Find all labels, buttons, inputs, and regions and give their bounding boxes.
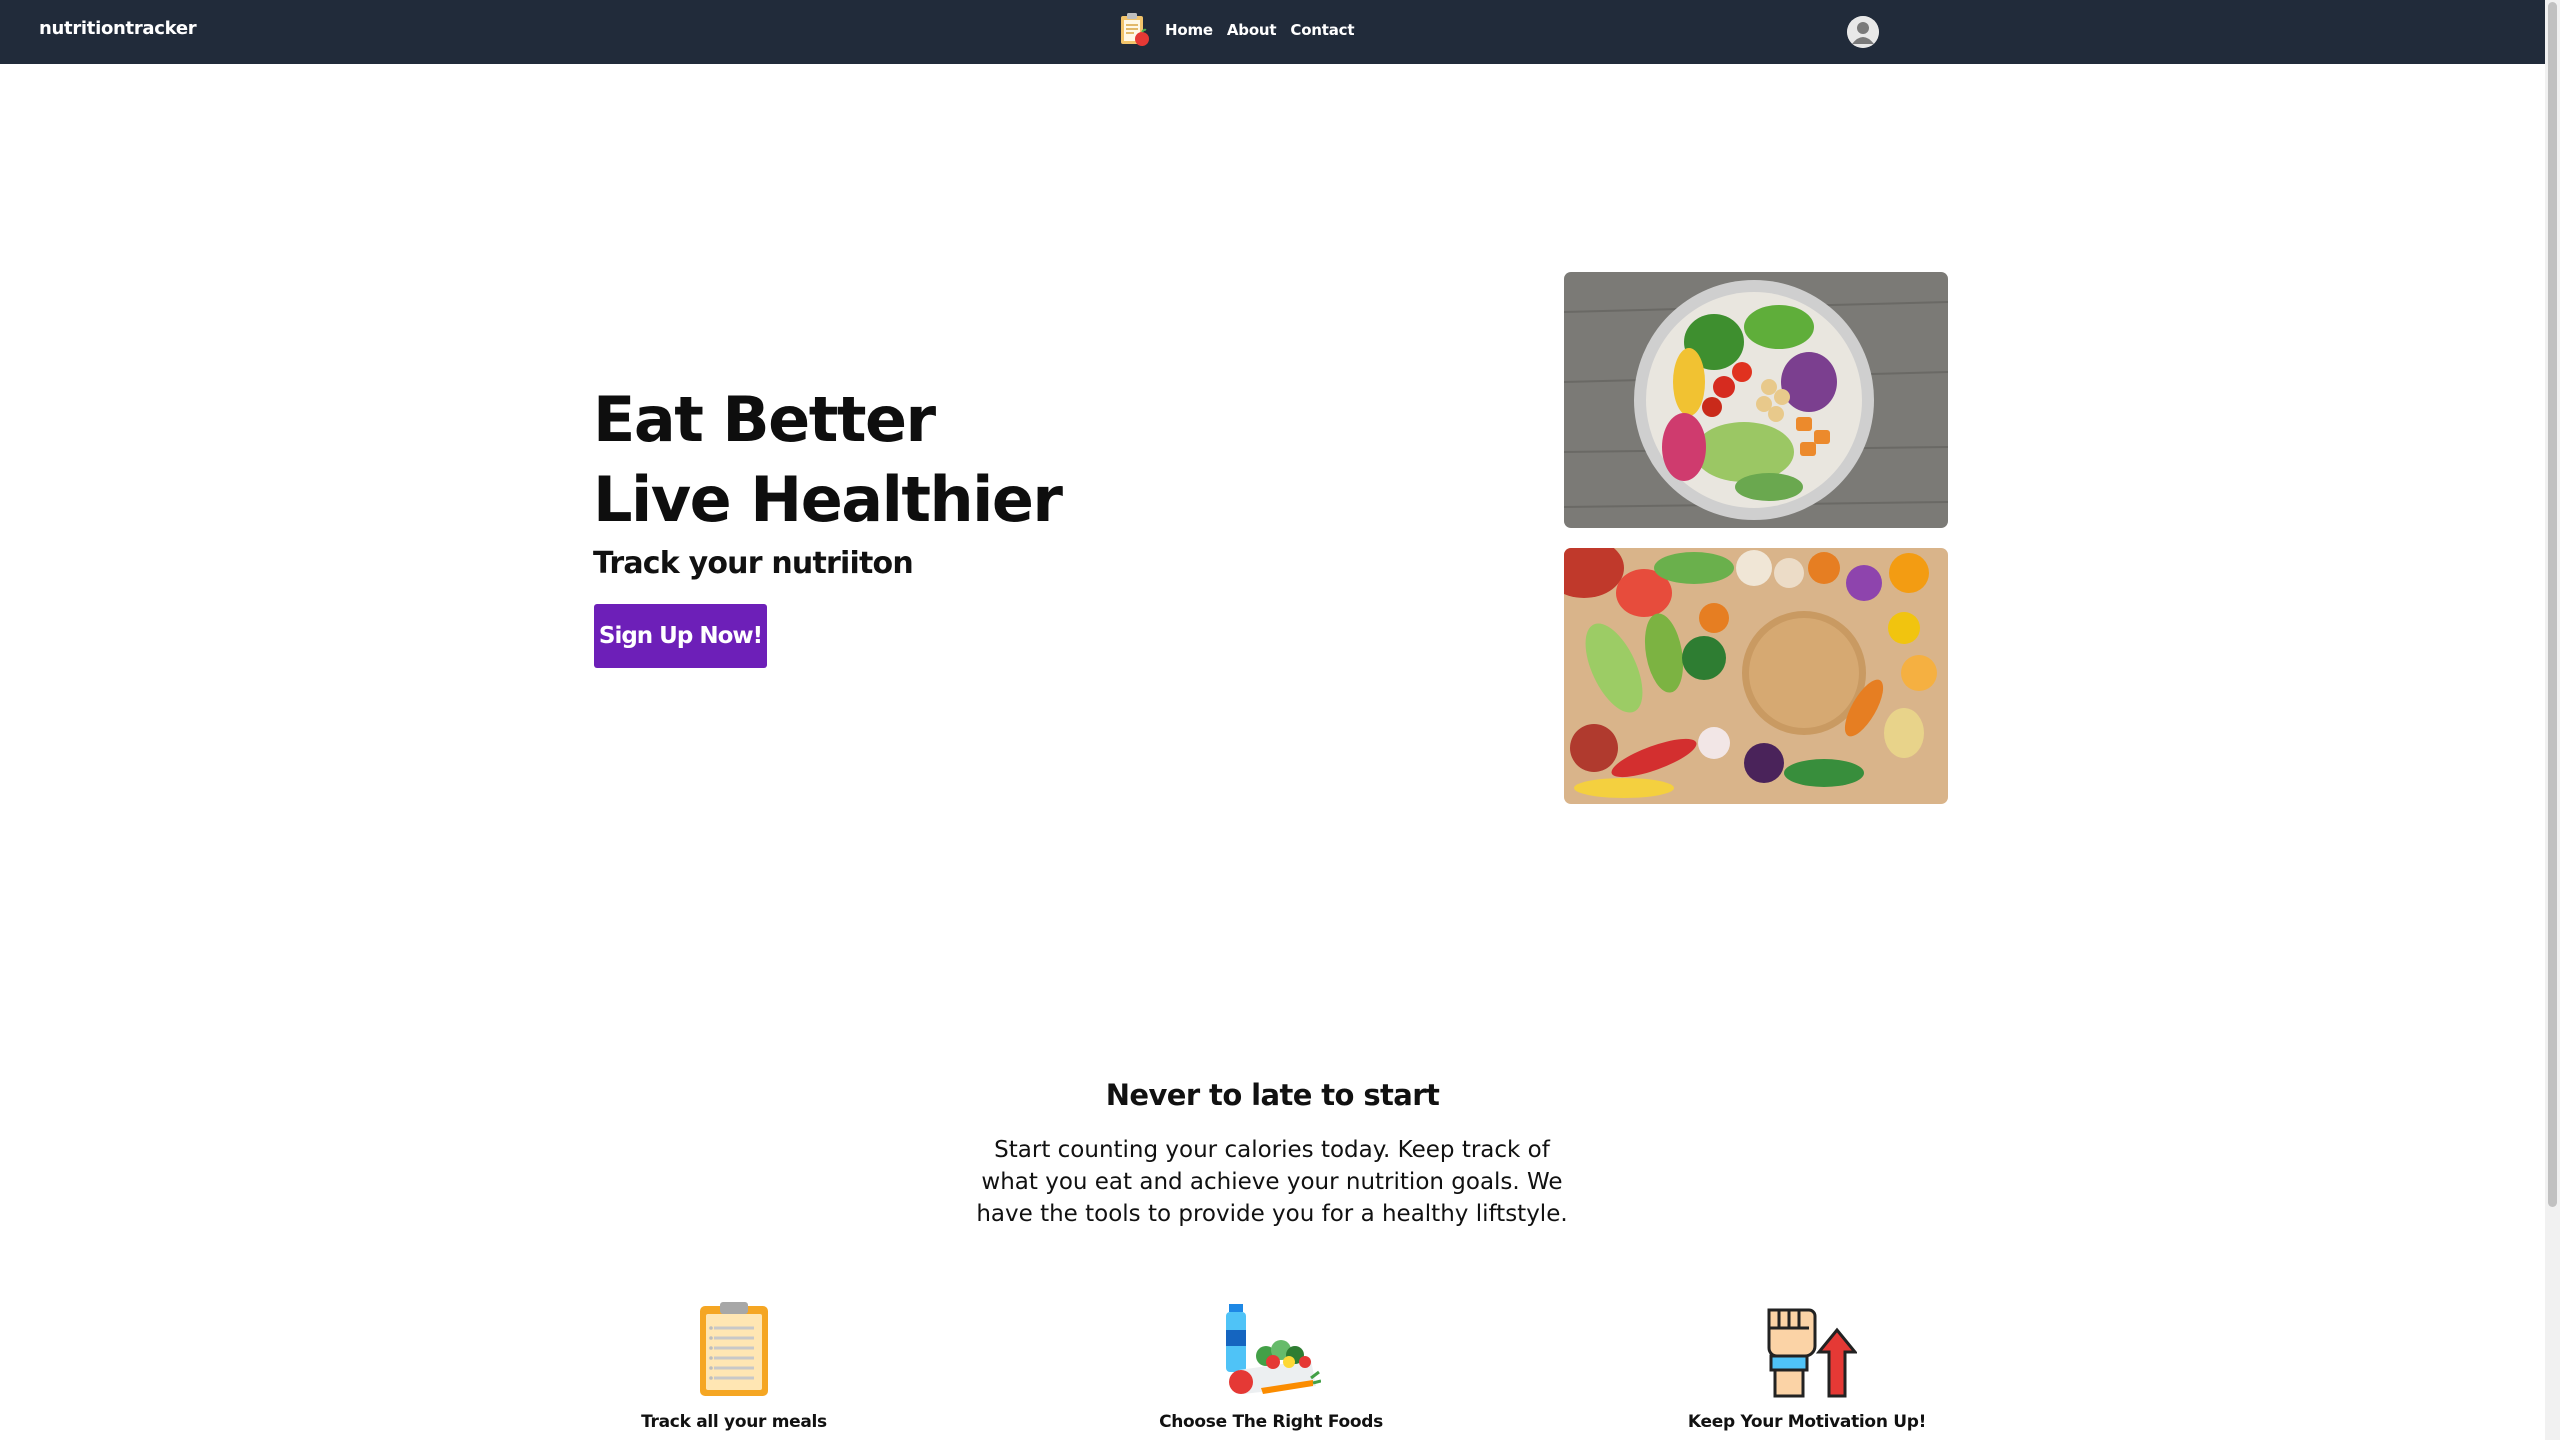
page-scrollbar[interactable]	[2545, 0, 2560, 1440]
brand-name[interactable]: nutritiontracker	[39, 18, 197, 39]
feature-track-meals: Track all your meals	[554, 1300, 914, 1432]
salad-bowl-photo	[1564, 272, 1948, 528]
feature-right-foods: Choose The Right Foods	[1091, 1300, 1451, 1432]
feature-label: Choose The Right Foods	[1159, 1412, 1383, 1432]
hero-subtitle: Track your nutriiton	[593, 546, 914, 581]
feature-label: Keep Your Motivation Up!	[1687, 1412, 1927, 1432]
clipboard-icon	[700, 1302, 768, 1396]
user-avatar-icon[interactable]	[1847, 16, 1879, 48]
vegetables-board-photo	[1564, 548, 1948, 804]
hero-headline-1: Eat Better	[593, 383, 936, 456]
feature-motivation: Keep Your Motivation Up!	[1627, 1300, 1987, 1432]
fist-arrow-up-icon	[1767, 1308, 1857, 1398]
nav-link-about[interactable]: About	[1227, 21, 1277, 39]
hero-headline-2: Live Healthier	[593, 463, 1063, 536]
intro-title: Never to late to start	[1105, 1078, 1440, 1112]
scrollbar-thumb[interactable]	[2548, 2, 2557, 1207]
nav-center: Home About Contact	[1117, 12, 1368, 48]
hero-text: Eat Better Live Healthier Track your nut…	[593, 380, 1063, 581]
navbar: nutritiontracker Home About Contact	[0, 0, 2545, 64]
nav-link-contact[interactable]: Contact	[1290, 21, 1354, 39]
sign-up-button[interactable]: Sign Up Now!	[594, 604, 767, 668]
intro-text: Start counting your calories today. Keep…	[976, 1137, 1568, 1227]
nav-link-home[interactable]: Home	[1165, 21, 1213, 39]
feature-label: Track all your meals	[641, 1412, 827, 1432]
clipboard-apple-icon[interactable]	[1117, 12, 1151, 48]
healthy-food-icon	[1226, 1304, 1321, 1394]
